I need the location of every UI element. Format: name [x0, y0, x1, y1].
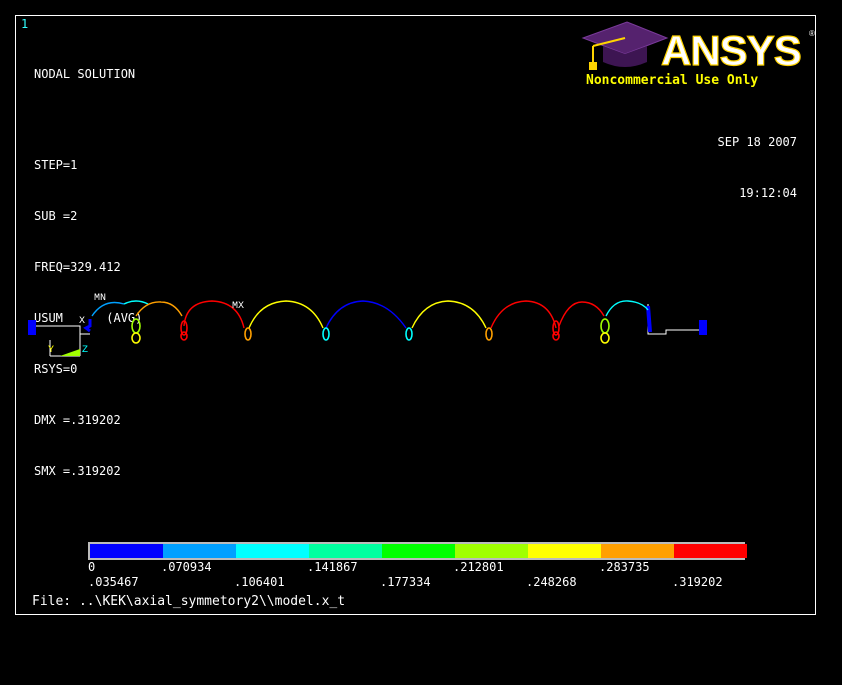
svg-text:X: X: [79, 316, 85, 327]
legend-label-bottom: .248268: [526, 575, 577, 589]
cavity-cells: [91, 300, 649, 329]
svg-text:Y: Y: [48, 345, 54, 356]
legend-swatch: [455, 544, 528, 558]
legend-swatch: [90, 544, 163, 558]
legend-label-bottom: .106401: [234, 575, 285, 589]
max-marker: MX: [232, 301, 244, 312]
legend-label-bottom: .035467: [88, 575, 139, 589]
legend-label-bottom: .177334: [380, 575, 431, 589]
right-end-block: [699, 320, 707, 335]
svg-text:Z: Z: [82, 345, 88, 356]
legend-swatch: [309, 544, 382, 558]
legend-label-top: .141867: [307, 560, 358, 574]
legend-swatch: [236, 544, 309, 558]
graphics-window[interactable]: 1 NODAL SOLUTION STEP=1 SUB =2 FREQ=329.…: [15, 15, 816, 615]
legend-swatch: [601, 544, 674, 558]
legend-swatch: [163, 544, 236, 558]
left-end-block: [28, 320, 36, 335]
legend-label-top: .212801: [453, 560, 504, 574]
legend-label-top: 0: [88, 560, 96, 574]
min-marker: MN: [94, 293, 106, 304]
axis-triad-icon: X Y Z: [48, 316, 88, 357]
legend-swatch: [674, 544, 747, 558]
legend-label-bottom: .319202: [672, 575, 723, 589]
legend-swatch: [382, 544, 455, 558]
mode-shape-plot[interactable]: MN MX X Y Z: [16, 16, 816, 536]
legend-label-top: .070934: [161, 560, 212, 574]
color-legend-bar: [88, 542, 747, 560]
file-path: File: ..\KEK\axial_symmetory2\\model.x_t: [32, 594, 346, 609]
iris-loops: [131, 318, 610, 344]
legend-swatch: [528, 544, 601, 558]
legend-label-top: .283735: [599, 560, 650, 574]
